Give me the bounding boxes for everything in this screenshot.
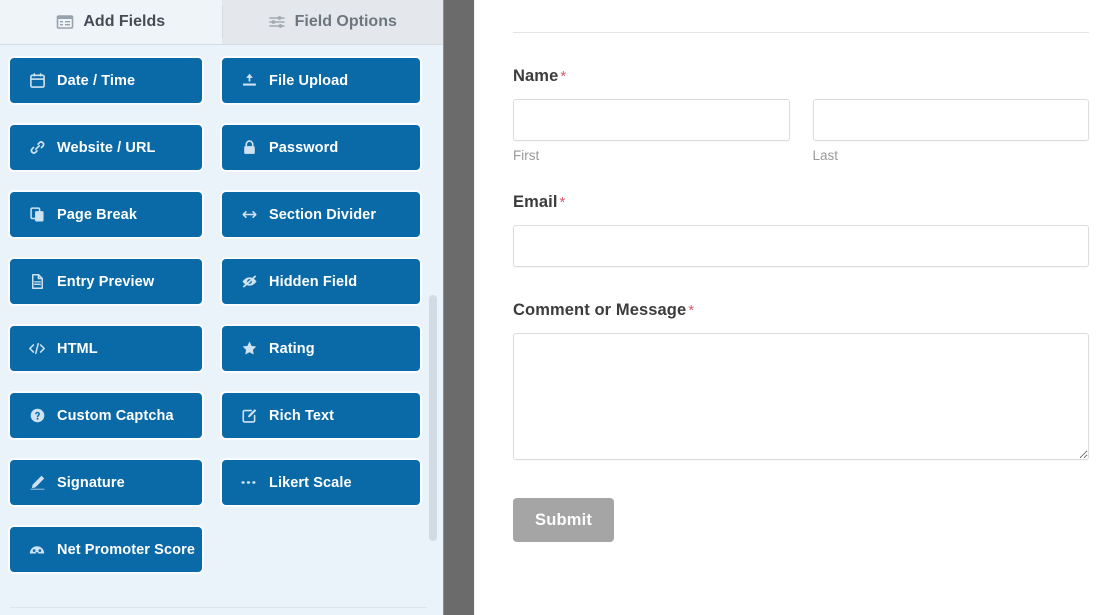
field-button-rating[interactable]: Rating: [222, 326, 420, 371]
field-button-label: Signature: [57, 474, 125, 491]
field-name-first-input[interactable]: [513, 99, 790, 141]
field-button-label: Hidden Field: [269, 273, 358, 290]
field-email-label: Email *: [513, 193, 1089, 212]
field-name-first-col: First: [513, 99, 790, 163]
field-button-label: Rating: [269, 340, 315, 357]
page-break-icon: [28, 206, 46, 224]
field-name-label-text: Name: [513, 67, 559, 85]
field-button-label: Password: [269, 139, 339, 156]
form-builder-app: Add Fields Field Options Date / Time Fil…: [0, 0, 1116, 615]
field-button-signature[interactable]: Signature: [10, 460, 202, 505]
field-name-last-input[interactable]: [812, 99, 1089, 141]
star-icon: [240, 340, 258, 358]
field-button-website-url[interactable]: Website / URL: [10, 125, 202, 170]
sliders-icon: [268, 13, 286, 31]
field-button-page-break[interactable]: Page Break: [10, 192, 202, 237]
field-name: Name * First Last: [513, 67, 1089, 163]
submit-button[interactable]: Submit: [513, 498, 615, 542]
field-button-label: Entry Preview: [57, 273, 155, 290]
tab-field-options-label: Field Options: [294, 13, 397, 30]
lock-icon: [240, 139, 258, 157]
tab-add-fields-label: Add Fields: [83, 13, 166, 30]
calendar-icon: [28, 72, 46, 90]
field-button-likert-scale[interactable]: Likert Scale: [222, 460, 420, 505]
field-comment-label-text: Comment or Message: [513, 301, 687, 319]
field-email-required-marker: *: [559, 194, 566, 211]
fields-panel-scrollbar[interactable]: [429, 295, 437, 541]
tab-field-options[interactable]: Field Options: [221, 0, 443, 44]
field-button-grid: Date / Time File Upload Website / URL Passw…: [0, 45, 443, 572]
pencil-icon: [28, 474, 46, 492]
field-name-required-marker: *: [560, 68, 567, 85]
panel-bottom-divider: [10, 607, 427, 608]
field-name-last-col: Last: [812, 99, 1089, 163]
gauge-icon: [28, 541, 46, 559]
panel-tab-bar: Add Fields Field Options: [0, 0, 443, 45]
field-email-input[interactable]: [513, 225, 1089, 267]
eye-slash-icon: [240, 273, 258, 291]
field-button-html[interactable]: HTML: [10, 326, 202, 371]
field-button-label: Likert Scale: [269, 474, 352, 491]
field-button-rich-text[interactable]: Rich Text: [222, 393, 420, 438]
link-icon: [28, 139, 46, 157]
panel-list-icon: [56, 13, 74, 31]
field-button-label: File Upload: [269, 72, 349, 89]
field-name-first-sublabel: First: [513, 148, 540, 163]
field-button-file-upload[interactable]: File Upload: [222, 58, 420, 103]
field-comment-textarea[interactable]: [513, 333, 1089, 460]
field-button-date-time[interactable]: Date / Time: [10, 58, 202, 103]
field-button-password[interactable]: Password: [222, 125, 420, 170]
arrows-horizontal-icon: [240, 206, 258, 224]
field-button-label: Website / URL: [57, 139, 156, 156]
field-button-net-promoter-score[interactable]: Net Promoter Score: [10, 527, 202, 572]
likert-icon: [240, 474, 258, 492]
field-comment: Comment or Message *: [513, 301, 1089, 465]
field-button-label: Net Promoter Score: [57, 541, 195, 558]
field-button-hidden-field[interactable]: Hidden Field: [222, 259, 420, 304]
code-icon: [28, 340, 46, 358]
field-button-label: Date / Time: [57, 72, 136, 89]
fields-scroll-area: Date / Time File Upload Website / URL Passw…: [0, 45, 443, 615]
field-name-last-sublabel: Last: [812, 148, 839, 163]
form-preview-panel: Name * First Last Email * Comment or Mes…: [475, 0, 1116, 615]
field-button-entry-preview[interactable]: Entry Preview: [10, 259, 202, 304]
panel-divider: [443, 0, 475, 615]
field-button-label: HTML: [57, 340, 98, 357]
field-button-section-divider[interactable]: Section Divider: [222, 192, 420, 237]
field-email-label-text: Email: [513, 193, 558, 211]
field-email: Email *: [513, 193, 1089, 267]
field-button-custom-captcha[interactable]: Custom Captcha: [10, 393, 202, 438]
tab-add-fields[interactable]: Add Fields: [0, 0, 222, 44]
question-circle-icon: [28, 407, 46, 425]
field-button-label: Section Divider: [269, 206, 377, 223]
field-comment-label: Comment or Message *: [513, 301, 1089, 320]
field-comment-required-marker: *: [688, 302, 695, 319]
document-icon: [28, 273, 46, 291]
upload-icon: [240, 72, 258, 90]
field-button-label: Rich Text: [269, 407, 335, 424]
field-button-label: Page Break: [57, 206, 137, 223]
field-email-col: [513, 225, 1089, 267]
edit-square-icon: [240, 407, 258, 425]
add-fields-panel: Add Fields Field Options Date / Time Fil…: [0, 0, 443, 615]
field-button-label: Custom Captcha: [57, 407, 174, 424]
field-name-label: Name *: [513, 67, 1089, 86]
